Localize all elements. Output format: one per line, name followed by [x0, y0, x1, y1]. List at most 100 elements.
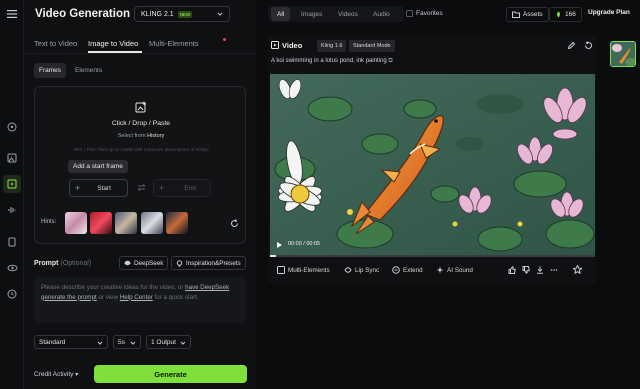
prompt-title: Prompt [34, 260, 59, 267]
multi-elements-action[interactable]: Multi-Elements [277, 266, 330, 274]
plus-icon: + [159, 183, 165, 193]
mode-elements[interactable]: Elements [70, 63, 107, 78]
video-player[interactable]: 00:00 / 00:05 [270, 74, 595, 257]
deepseek-link[interactable]: have DeepSeek [185, 284, 229, 291]
start-label: Start [97, 184, 111, 192]
deepseek-icon [124, 260, 131, 266]
result-prompt: A koi swimming in a lotus pond, ink pain… [271, 58, 393, 65]
thumbs-up-icon[interactable] [508, 266, 516, 274]
generate-prompt-link[interactable]: generate the prompt [41, 294, 97, 301]
swap-icon[interactable] [137, 184, 146, 191]
chevron-down-icon [97, 341, 103, 345]
library-icon[interactable] [6, 236, 18, 248]
refresh-icon[interactable] [230, 219, 239, 228]
favorites-checkbox[interactable] [406, 10, 413, 17]
download-icon[interactable] [536, 266, 544, 274]
result-thumbnail[interactable] [610, 41, 636, 67]
filter-images[interactable]: Images [295, 7, 328, 21]
extend-label: Extend [403, 266, 423, 274]
generation-panel: Video Generation KLING 2.1 NEW Text to V… [24, 0, 256, 389]
upgrade-plan-link[interactable]: Upgrade Plan [588, 9, 630, 16]
prompt-label: Prompt (Optional) [34, 260, 91, 267]
chevron-down-icon: ▾ [75, 372, 79, 378]
menu-icon[interactable] [6, 8, 18, 20]
koi-thumbnail-art [611, 42, 635, 66]
tab-image-to-video[interactable]: Image to Video [88, 39, 138, 48]
tab-multi-elements[interactable]: Multi-Elements [149, 39, 199, 48]
chevron-down-icon [130, 341, 136, 345]
filter-all[interactable]: All [271, 7, 291, 21]
koi-lotus-painting [270, 74, 595, 257]
eye-icon[interactable] [6, 262, 18, 274]
filter-videos[interactable]: Videos [332, 7, 364, 21]
extend-icon [392, 266, 400, 274]
video-icon [271, 41, 279, 49]
hints-label: Hints: [41, 219, 57, 225]
prompt-optional: (Optional) [60, 260, 92, 267]
result-prompt-text: A koi swimming in a lotus pond, ink pain… [271, 58, 387, 64]
hint-thumbnail[interactable] [90, 212, 112, 234]
start-frame-button[interactable]: + Start [69, 179, 128, 197]
filter-audio[interactable]: Audio [367, 7, 396, 21]
star-icon[interactable] [573, 265, 582, 274]
image-icon[interactable] [6, 152, 18, 164]
results-area: All Images Videos Audio Favorites Assets… [256, 0, 640, 389]
lip-sync-action[interactable]: Lip Sync [344, 266, 379, 274]
assets-label: Assets [523, 11, 543, 18]
history-icon[interactable] [6, 288, 18, 300]
regenerate-icon[interactable] [584, 41, 593, 50]
start-frame-tooltip: Add a start frame [68, 160, 128, 173]
mode-select[interactable]: Standard [34, 335, 108, 349]
credit-icon [557, 11, 560, 18]
history-link[interactable]: History [147, 133, 164, 139]
presets-label: Inspiration&Presets [186, 259, 241, 267]
audio-icon[interactable] [6, 204, 18, 216]
output-count-select[interactable]: 1 Output [146, 335, 191, 349]
page-title: Video Generation [35, 8, 131, 20]
ai-sound-label: AI Sound [447, 266, 473, 274]
duration-select[interactable]: 5s [113, 335, 141, 349]
help-center-link[interactable]: Help Center [120, 294, 153, 301]
new-dot [223, 38, 226, 41]
edit-icon[interactable] [567, 41, 576, 50]
thumbs-down-icon[interactable] [522, 266, 530, 274]
image-upload-icon [135, 101, 147, 113]
more-icon[interactable] [550, 266, 558, 274]
ai-sound-action[interactable]: AI Sound [436, 266, 473, 274]
chevron-down-icon [217, 12, 223, 16]
mode-tag: Standard Mode [349, 40, 395, 52]
end-frame-button[interactable]: + End [153, 179, 211, 197]
hint-thumbnail[interactable] [141, 212, 163, 234]
hint-thumbnail[interactable] [115, 212, 137, 234]
lip-sync-label: Lip Sync [355, 266, 380, 274]
extend-action[interactable]: Extend [392, 266, 423, 274]
mode-frames[interactable]: Frames [34, 63, 67, 78]
deepseek-button[interactable]: DeepSeek [119, 256, 169, 270]
credits-count: 166 [565, 11, 576, 18]
hint-thumbnail[interactable] [166, 212, 188, 234]
model-select[interactable]: KLING 2.1 NEW [134, 6, 230, 22]
inspiration-presets-button[interactable]: Inspiration&Presets [171, 256, 246, 270]
plus-icon: + [75, 183, 81, 193]
chevron-down-icon [180, 341, 186, 345]
new-badge: NEW [177, 10, 193, 18]
generate-button[interactable]: Generate [94, 365, 247, 383]
lip-sync-icon [344, 267, 352, 273]
prompt-placeholder: for a quick start. [154, 293, 199, 301]
credits-badge[interactable]: 166 [549, 7, 582, 22]
divider [24, 53, 256, 54]
tab-text-to-video[interactable]: Text to Video [34, 39, 77, 48]
video-icon[interactable] [3, 175, 21, 193]
prompt-input[interactable]: Please describe your creative ideas for … [34, 277, 246, 323]
duration-value: 5s [118, 338, 125, 346]
prompt-placeholder: Please describe your creative ideas for … [41, 284, 184, 291]
deepseek-label: DeepSeek [134, 259, 164, 267]
left-rail [0, 0, 24, 389]
copy-icon[interactable]: ⧉ [388, 58, 392, 64]
hint-thumbnail[interactable] [65, 212, 87, 234]
favorites-label: Favorites [416, 10, 443, 17]
credit-activity[interactable]: Credit Activity ▾ [34, 371, 78, 378]
assets-button[interactable]: Assets [506, 7, 549, 22]
explore-icon[interactable] [6, 121, 18, 133]
multi-elements-label: Multi-Elements [288, 266, 330, 274]
